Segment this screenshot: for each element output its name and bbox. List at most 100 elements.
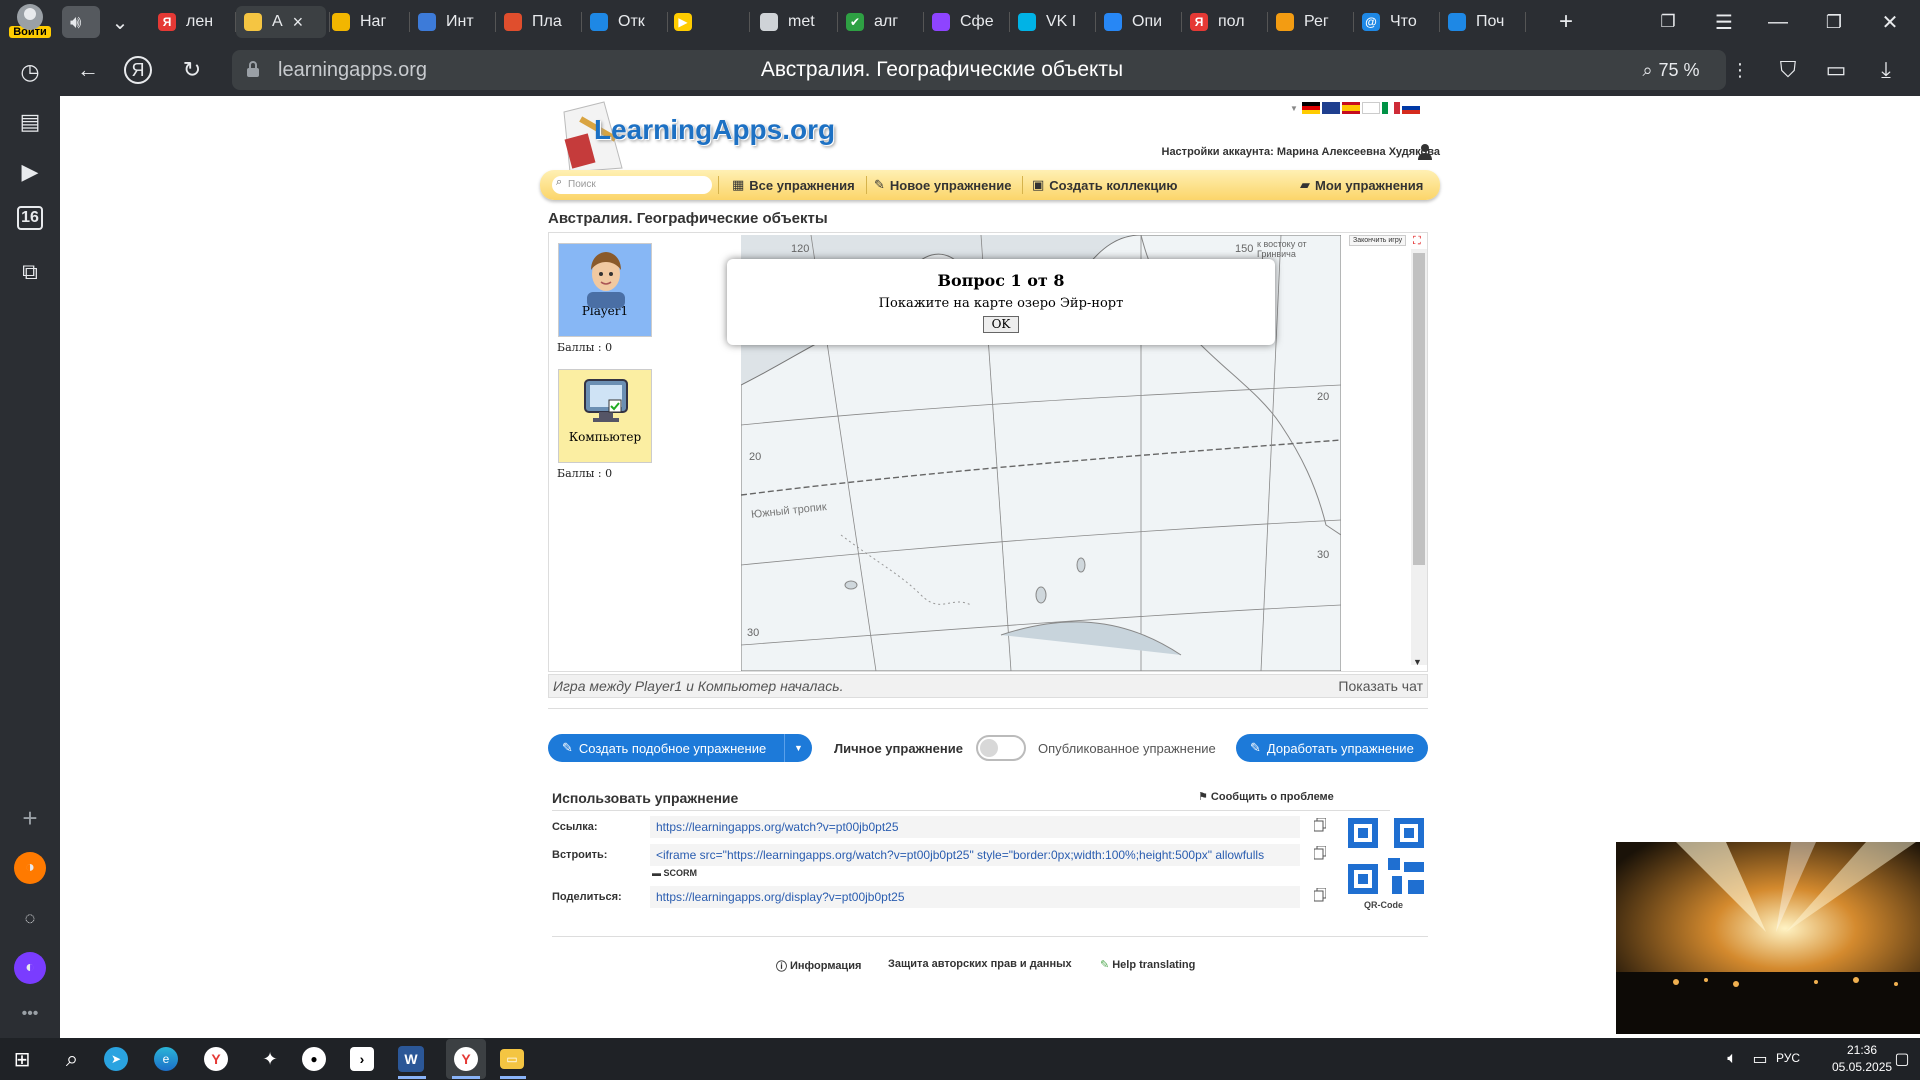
panda-app-icon[interactable]: ● xyxy=(302,1047,326,1071)
new-tab-plus-icon[interactable]: + xyxy=(1550,8,1582,36)
windows-start-icon[interactable]: ⊞ xyxy=(6,1043,38,1075)
collections-icon[interactable]: ❐ xyxy=(1652,8,1684,36)
close-tab-icon[interactable]: × xyxy=(293,12,304,33)
copy-share-icon[interactable] xyxy=(1314,888,1326,902)
browser-tab[interactable]: VK I xyxy=(1010,6,1096,38)
sound-tab-button[interactable]: 🔊︎ xyxy=(62,6,100,38)
shield-icon[interactable]: ⛉ xyxy=(1770,52,1806,88)
nav-my-exercises[interactable]: ▰ Мои упражнения xyxy=(1300,177,1423,193)
minimize-icon[interactable]: — xyxy=(1762,8,1794,36)
account-settings-link[interactable]: Настройки аккаунта: Марина Алексеевна Ху… xyxy=(1162,146,1441,158)
more-vertical-icon[interactable]: ⋮ xyxy=(1722,52,1758,88)
browser-tab[interactable]: А × xyxy=(236,6,330,38)
more-dots-icon[interactable]: ••• xyxy=(14,998,46,1030)
ok-button[interactable]: OK xyxy=(982,316,1020,333)
create-similar-button[interactable]: ✎ Создать подобное упражнение ▼ xyxy=(548,734,812,762)
add-panel-plus-icon[interactable]: + xyxy=(14,802,46,834)
telegram-icon[interactable]: ➤ xyxy=(104,1047,128,1071)
browser-tab[interactable]: Опи xyxy=(1096,6,1182,38)
flag-ru-icon[interactable] xyxy=(1402,102,1420,114)
video-play-icon[interactable]: ▶ xyxy=(14,156,46,188)
scorm-link[interactable]: ▬ SCORM xyxy=(652,868,697,878)
feather-app-icon[interactable]: ✦ xyxy=(254,1043,286,1075)
menu-icon[interactable]: ☰ xyxy=(1708,8,1740,36)
flag-it-icon[interactable] xyxy=(1382,102,1400,114)
publish-toggle[interactable] xyxy=(976,735,1026,761)
copy-embed-icon[interactable] xyxy=(1314,846,1326,860)
search-input[interactable]: Поиск xyxy=(552,176,712,194)
grid-icon: ▦ xyxy=(732,177,745,192)
nav-new-exercise[interactable]: ✎ Новое упражнение xyxy=(874,177,1011,193)
network-icon[interactable]: ▭ xyxy=(1744,1043,1776,1075)
browser-tab[interactable]: Япол xyxy=(1182,6,1268,38)
flag-es-icon[interactable] xyxy=(1342,102,1360,114)
calendar-16-icon[interactable]: 16 xyxy=(17,206,43,230)
file-explorer-icon[interactable]: ▭ xyxy=(500,1049,524,1069)
flags-dropdown-icon[interactable]: ▼ xyxy=(1290,104,1298,113)
copy-link-icon[interactable] xyxy=(1314,818,1326,832)
scrollbar-thumb[interactable] xyxy=(1413,253,1425,565)
browser-tab[interactable]: Поч xyxy=(1440,6,1526,38)
downloads-icon[interactable]: ⤓ xyxy=(1868,52,1904,88)
taskbar-search-icon[interactable]: ⌕ xyxy=(56,1043,88,1075)
browser-tab[interactable]: ▶ xyxy=(666,6,750,38)
tabs-stack-icon[interactable]: ▤ xyxy=(14,106,46,138)
browser-tab[interactable]: Наг xyxy=(324,6,410,38)
browser-tab[interactable]: Пла xyxy=(496,6,582,38)
zoom-indicator[interactable]: ⌕ 75 % xyxy=(1616,50,1726,90)
report-problem-link[interactable]: ⚑ Сообщить о проблеме xyxy=(1198,790,1334,803)
browser-tab[interactable]: Рег xyxy=(1268,6,1354,38)
game-scrollbar[interactable] xyxy=(1411,249,1427,665)
browser-tab[interactable]: ✔ алг xyxy=(838,6,924,38)
yandex-browser-icon[interactable]: Y xyxy=(204,1047,228,1071)
show-chat-button[interactable]: Показать чат xyxy=(1338,678,1423,694)
video-pip-player[interactable] xyxy=(1616,842,1920,1034)
word-icon[interactable]: W xyxy=(398,1046,424,1072)
restore-icon[interactable]: ❐ xyxy=(1818,8,1850,36)
link-field[interactable]: https://learningapps.org/watch?v=pt00jb0… xyxy=(650,816,1300,838)
status-circle-icon[interactable]: ◌ xyxy=(14,902,46,934)
end-game-button[interactable]: Закончить игру xyxy=(1349,235,1407,246)
user-icon[interactable] xyxy=(1418,144,1432,160)
qr-code-icon[interactable] xyxy=(1348,818,1424,894)
footer-translate-link[interactable]: ✎ Help translating xyxy=(1100,958,1195,972)
login-button[interactable]: Войти xyxy=(6,2,54,42)
close-window-icon[interactable]: ✕ xyxy=(1874,8,1906,36)
embed-field[interactable]: <iframe src="https://learningapps.org/wa… xyxy=(650,844,1300,866)
address-bar[interactable]: learningapps.org Австралия. Географическ… xyxy=(232,50,1652,90)
yandex-active-app-icon[interactable]: Y xyxy=(446,1039,486,1079)
fullscreen-icon[interactable]: ⛶ xyxy=(1413,235,1425,247)
pay-app-icon[interactable]: ◑ xyxy=(14,852,46,884)
reload-icon[interactable]: ↻ xyxy=(174,52,210,88)
flag-placeholder-icon[interactable] xyxy=(1362,102,1380,114)
browser-tab[interactable]: Инт xyxy=(410,6,496,38)
share-field[interactable]: https://learningapps.org/display?v=pt00j… xyxy=(650,886,1300,908)
browser-tab[interactable]: Отк xyxy=(582,6,668,38)
tab-list-chevron-icon[interactable]: ⌄ xyxy=(104,8,136,36)
browser-tab[interactable]: Сфе xyxy=(924,6,1010,38)
browser-tab[interactable]: @ Что xyxy=(1354,6,1440,38)
flag-gb-icon[interactable] xyxy=(1322,102,1340,114)
screenshot-camera-icon[interactable]: ⧉ xyxy=(14,256,46,288)
footer-copyright-link[interactable]: Защита авторских прав и данных xyxy=(888,958,1072,970)
history-clock-icon[interactable]: ◷ xyxy=(14,56,46,88)
reader-icon[interactable]: ▭ xyxy=(1818,52,1854,88)
browser-tab[interactable]: Ялен xyxy=(150,6,236,38)
notifications-icon[interactable]: ▢ xyxy=(1886,1043,1918,1075)
caret-down-icon[interactable]: ▼ xyxy=(784,734,812,762)
scroll-down-arrow-icon[interactable]: ▼ xyxy=(1413,657,1422,667)
browser-tab[interactable]: met xyxy=(752,6,838,38)
footer-info-link[interactable]: ⓘ Информация xyxy=(776,958,861,974)
nav-all-exercises[interactable]: ▦ Все упражнения xyxy=(732,177,855,193)
terminal-app-icon[interactable]: › xyxy=(350,1047,374,1071)
improve-exercise-button[interactable]: ✎ Доработать упражнение xyxy=(1236,734,1428,762)
flag-de-icon[interactable] xyxy=(1302,102,1320,114)
back-arrow-icon[interactable]: ← xyxy=(70,52,106,88)
nav-create-collection[interactable]: ▣ Создать коллекцию xyxy=(1032,177,1178,193)
yandex-logo-icon[interactable]: Я xyxy=(124,56,152,84)
edge-icon[interactable]: e xyxy=(154,1047,178,1071)
language-indicator[interactable]: РУС xyxy=(1776,1051,1800,1065)
question-dialog: Вопрос 1 от 8 Покажите на карте озеро Эй… xyxy=(727,259,1275,345)
clock[interactable]: 21:36 05.05.2025 xyxy=(1832,1042,1892,1076)
alice-assistant-icon[interactable]: ◐ xyxy=(14,952,46,984)
